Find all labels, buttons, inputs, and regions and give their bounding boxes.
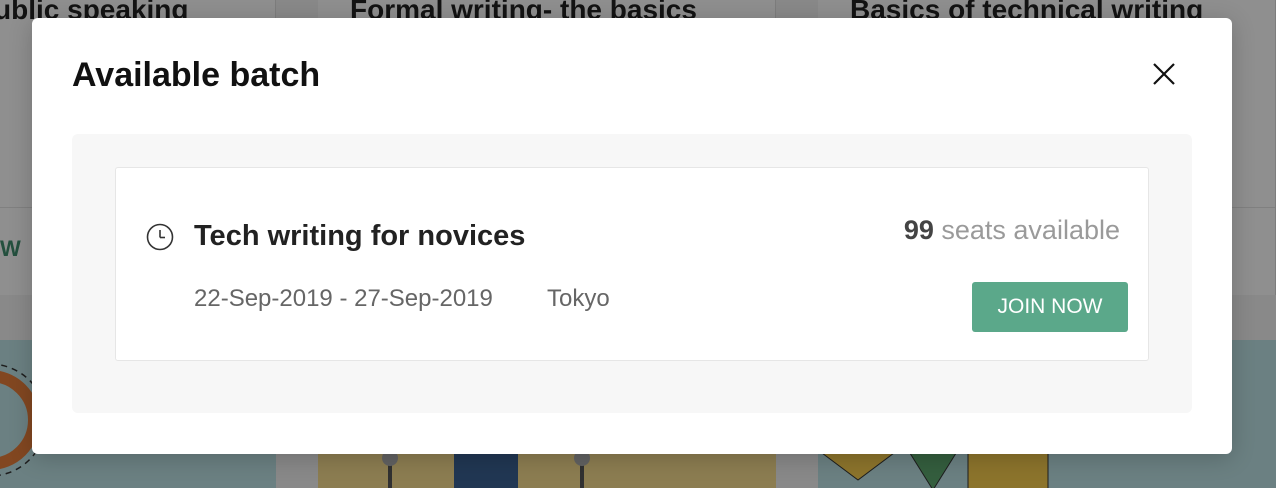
seats-available: 99 seats available: [904, 215, 1120, 246]
batch-list-panel: Tech writing for novices 22-Sep-2019 - 2…: [72, 134, 1192, 413]
clock-icon: [146, 223, 174, 251]
seats-label: seats available: [941, 215, 1120, 245]
batch-dates: 22-Sep-2019 - 27-Sep-2019: [194, 285, 493, 312]
close-icon: [1153, 63, 1175, 85]
seat-count: 99: [903, 215, 934, 245]
available-batch-modal: Available batch Tech writing for novices…: [32, 18, 1232, 454]
join-now-button[interactable]: JOIN NOW: [972, 282, 1128, 332]
batch-location: Tokyo: [547, 285, 610, 312]
batch-card: Tech writing for novices 22-Sep-2019 - 2…: [115, 167, 1149, 361]
close-button[interactable]: [1146, 56, 1182, 92]
batch-name: Tech writing for novices: [194, 220, 526, 252]
modal-title: Available batch: [72, 56, 321, 94]
